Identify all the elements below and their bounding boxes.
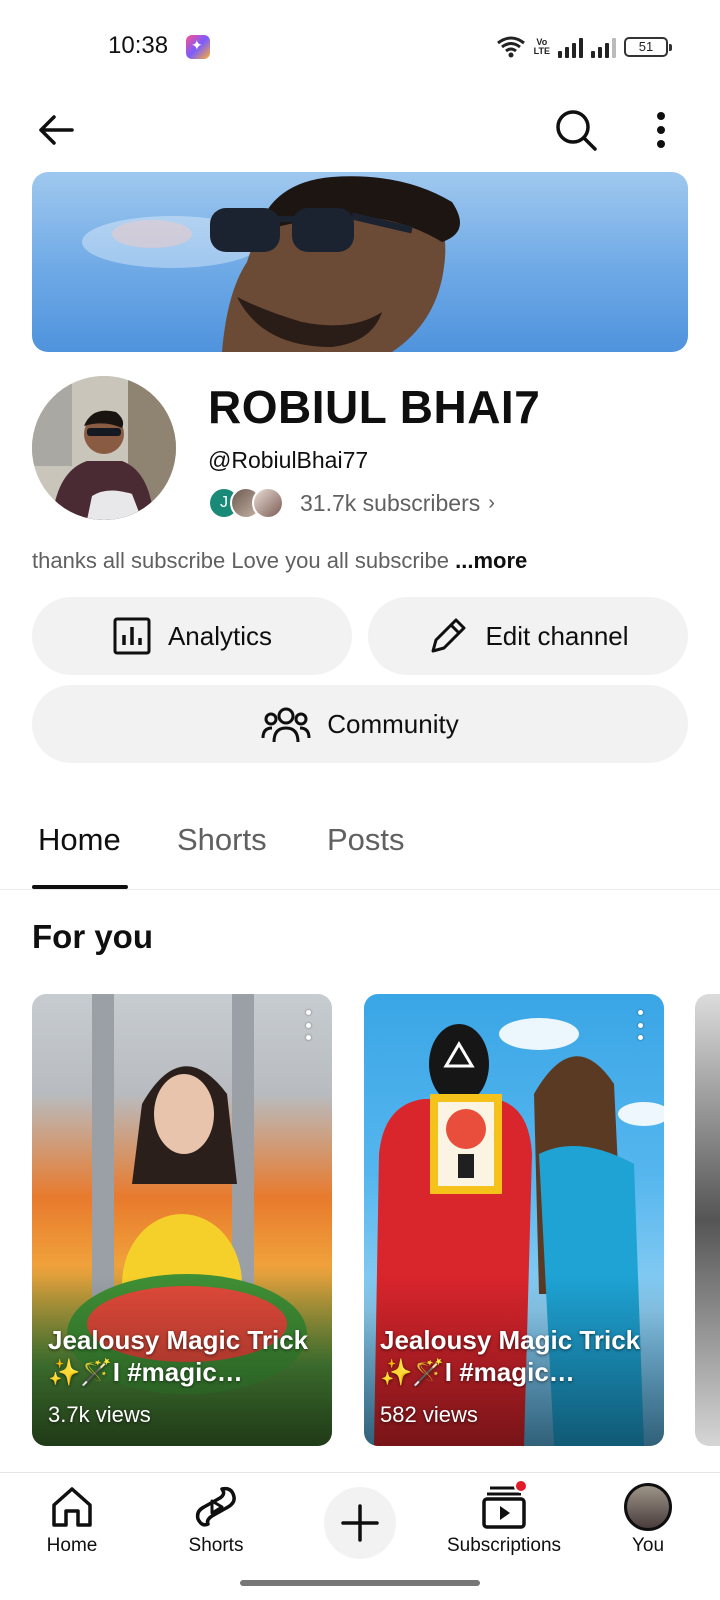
notification-dot (514, 1479, 528, 1493)
nav-shorts-label: Shorts (188, 1535, 244, 1556)
back-button[interactable] (28, 102, 84, 158)
channel-banner (32, 172, 688, 352)
short-card[interactable]: Jealousy Magic Trick ✨🪄I #magic… 3.7k vi… (32, 994, 332, 1446)
create-button[interactable] (324, 1487, 396, 1559)
signal-2-icon (591, 36, 616, 58)
search-icon (556, 110, 597, 151)
subscriber-avatars: J (208, 487, 284, 519)
analytics-icon (113, 617, 151, 655)
tab-posts[interactable]: Posts (327, 822, 405, 858)
nav-shorts[interactable]: Shorts (136, 1483, 296, 1557)
wifi-icon (496, 36, 525, 58)
description-text: thanks all subscribe Love you all subscr… (32, 548, 456, 573)
status-bar: 10:38 VoLTE 51 (0, 0, 720, 96)
tab-shorts[interactable]: Shorts (177, 822, 267, 858)
subscriber-avatar (252, 487, 284, 519)
edit-channel-label: Edit channel (485, 620, 629, 651)
signal-1-icon (558, 36, 583, 58)
card-more-button[interactable] (630, 1010, 650, 1040)
channel-avatar-image (32, 376, 176, 520)
more-link[interactable]: ...more (455, 548, 527, 573)
nav-home-label: Home (46, 1535, 98, 1556)
more-options-button[interactable] (645, 102, 677, 158)
top-bar (0, 96, 720, 170)
plus-icon (341, 1504, 379, 1542)
channel-avatar[interactable] (32, 376, 176, 520)
short-views: 582 views (380, 1402, 478, 1427)
subscribers-link[interactable]: J 31.7k subscribers › (208, 487, 495, 519)
nav-subscriptions[interactable]: Subscriptions (424, 1479, 584, 1557)
tab-home[interactable]: Home (38, 822, 121, 858)
shorts-icon (195, 1486, 236, 1527)
short-card-partial[interactable] (695, 994, 720, 1446)
edit-channel-button[interactable]: Edit channel (368, 597, 688, 675)
battery-indicator: 51 (624, 37, 672, 57)
channel-name: ROBIUL BHAI7 (208, 381, 541, 433)
channel-tabs: Home Shorts Posts (0, 800, 720, 890)
nav-home[interactable]: Home (0, 1483, 152, 1557)
subscriber-count: 31.7k subscribers (300, 489, 481, 516)
channel-description[interactable]: thanks all subscribe Love you all subscr… (32, 548, 527, 574)
chevron-right-icon: › (488, 491, 495, 514)
short-title: Jealousy Magic Trick ✨🪄I #magic… (380, 1325, 641, 1387)
analytics-button[interactable]: Analytics (32, 597, 352, 675)
community-label: Community (327, 708, 459, 739)
home-indicator-bar[interactable] (240, 1580, 480, 1586)
subscriptions-icon-wrap (480, 1479, 528, 1531)
community-icon (261, 707, 311, 743)
more-vertical-icon (657, 112, 665, 148)
pencil-icon (431, 618, 466, 653)
short-title: Jealousy Magic Trick ✨🪄I #magic… (48, 1325, 309, 1387)
volte-indicator: Vo LTE (533, 37, 550, 56)
analytics-label: Analytics (167, 620, 273, 651)
active-tab-indicator (32, 885, 128, 889)
channel-handle: @RobiulBhai77 (208, 447, 369, 473)
section-title: For you (32, 918, 153, 955)
search-button[interactable] (548, 102, 604, 158)
short-card[interactable]: Jealousy Magic Trick ✨🪄I #magic… 582 vie… (364, 994, 664, 1446)
nav-you[interactable]: You (568, 1483, 720, 1557)
nav-you-label: You (631, 1535, 665, 1556)
arrow-left-icon (39, 115, 74, 145)
home-icon (52, 1487, 92, 1527)
status-time: 10:38 (108, 32, 169, 59)
community-button[interactable]: Community (32, 685, 688, 763)
you-avatar-icon (624, 1483, 672, 1531)
app-notification-icon (186, 35, 210, 59)
status-indicators: Vo LTE 51 (496, 30, 672, 64)
banner-image (82, 176, 460, 352)
nav-subscriptions-label: Subscriptions (446, 1535, 562, 1556)
short-views: 3.7k views (48, 1402, 151, 1427)
card-more-button[interactable] (298, 1010, 318, 1040)
